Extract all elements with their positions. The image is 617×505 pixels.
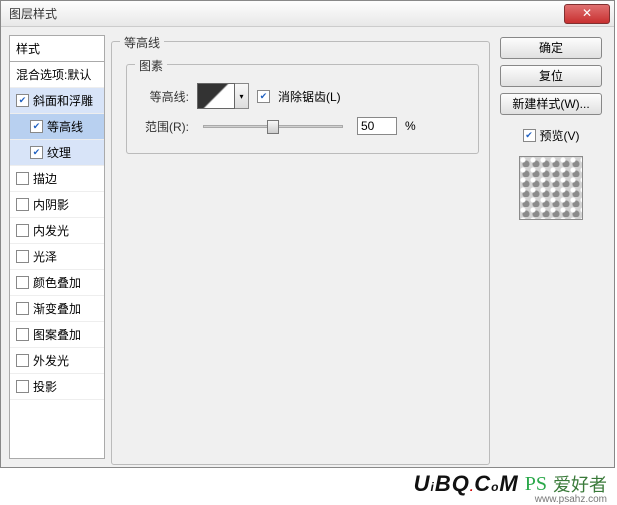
style-item[interactable]: 渐变叠加 [10, 296, 104, 322]
style-label: 光泽 [33, 248, 57, 265]
style-label: 纹理 [47, 144, 71, 161]
contour-picker[interactable] [197, 83, 235, 109]
style-checkbox[interactable] [16, 94, 29, 107]
titlebar: 图层样式 ✕ [1, 1, 614, 27]
contour-group: 等高线 图素 等高线: ▾ 消除锯齿(L) 范围(R): [111, 41, 490, 465]
style-label: 内阴影 [33, 196, 69, 213]
antialias-checkbox[interactable] [257, 90, 270, 103]
elements-group: 图素 等高线: ▾ 消除锯齿(L) 范围(R): [126, 64, 479, 154]
style-checkbox[interactable] [30, 146, 43, 159]
range-slider-thumb[interactable] [267, 120, 279, 134]
watermark-url: www.psahz.com [535, 494, 607, 505]
style-checkbox[interactable] [16, 198, 29, 211]
contour-group-title: 等高线 [120, 34, 164, 51]
style-checkbox[interactable] [16, 250, 29, 263]
blend-options-item[interactable]: 混合选项:默认 [10, 62, 104, 88]
style-label: 内发光 [33, 222, 69, 239]
elements-group-title: 图素 [135, 57, 167, 74]
style-label: 渐变叠加 [33, 300, 81, 317]
antialias-label: 消除锯齿(L) [278, 88, 341, 105]
style-checkbox[interactable] [16, 380, 29, 393]
watermark-ps: PS [525, 473, 547, 496]
style-item[interactable]: 光泽 [10, 244, 104, 270]
dialog-body: 样式 混合选项:默认 斜面和浮雕等高线纹理描边内阴影内发光光泽颜色叠加渐变叠加图… [1, 27, 614, 467]
range-label: 范围(R): [141, 118, 189, 135]
preview-label: 预览(V) [540, 127, 580, 144]
style-item[interactable]: 等高线 [10, 114, 104, 140]
preview-swatch [519, 156, 583, 220]
range-slider[interactable] [203, 125, 343, 128]
style-item[interactable]: 斜面和浮雕 [10, 88, 104, 114]
style-item[interactable]: 内发光 [10, 218, 104, 244]
style-label: 颜色叠加 [33, 274, 81, 291]
contour-dropdown-arrow[interactable]: ▾ [235, 83, 249, 109]
contour-label: 等高线: [141, 88, 189, 105]
dialog-title: 图层样式 [9, 5, 564, 22]
style-checkbox[interactable] [16, 224, 29, 237]
style-checkbox[interactable] [16, 328, 29, 341]
blend-options-label: 混合选项:默认 [16, 66, 91, 83]
style-item[interactable]: 图案叠加 [10, 322, 104, 348]
style-label: 图案叠加 [33, 326, 81, 343]
close-button[interactable]: ✕ [564, 4, 610, 24]
range-row: 范围(R): % [141, 117, 468, 135]
style-item[interactable]: 外发光 [10, 348, 104, 374]
ok-button[interactable]: 确定 [500, 37, 602, 59]
style-item[interactable]: 颜色叠加 [10, 270, 104, 296]
range-input[interactable] [357, 117, 397, 135]
watermark-uibq: UiBQ.CoM [414, 471, 519, 497]
preview-toggle[interactable]: 预览(V) [523, 127, 580, 144]
settings-panel: 等高线 图素 等高线: ▾ 消除锯齿(L) 范围(R): [111, 35, 490, 459]
style-label: 等高线 [47, 118, 83, 135]
style-checkbox[interactable] [16, 354, 29, 367]
preview-checkbox[interactable] [523, 129, 536, 142]
style-item[interactable]: 内阴影 [10, 192, 104, 218]
styles-header[interactable]: 样式 [9, 35, 105, 61]
contour-row: 等高线: ▾ 消除锯齿(L) [141, 83, 468, 109]
new-style-button[interactable]: 新建样式(W)... [500, 93, 602, 115]
layer-style-dialog: 图层样式 ✕ 样式 混合选项:默认 斜面和浮雕等高线纹理描边内阴影内发光光泽颜色… [0, 0, 615, 468]
right-panel: 确定 复位 新建样式(W)... 预览(V) [496, 35, 606, 459]
cancel-button[interactable]: 复位 [500, 65, 602, 87]
styles-list: 混合选项:默认 斜面和浮雕等高线纹理描边内阴影内发光光泽颜色叠加渐变叠加图案叠加… [9, 61, 105, 459]
style-label: 斜面和浮雕 [33, 92, 93, 109]
style-label: 投影 [33, 378, 57, 395]
styles-panel: 样式 混合选项:默认 斜面和浮雕等高线纹理描边内阴影内发光光泽颜色叠加渐变叠加图… [9, 35, 105, 459]
style-item[interactable]: 描边 [10, 166, 104, 192]
style-checkbox[interactable] [16, 172, 29, 185]
style-item[interactable]: 纹理 [10, 140, 104, 166]
range-unit: % [405, 119, 416, 133]
style-checkbox[interactable] [16, 276, 29, 289]
style-item[interactable]: 投影 [10, 374, 104, 400]
style-label: 外发光 [33, 352, 69, 369]
style-label: 描边 [33, 170, 57, 187]
style-checkbox[interactable] [16, 302, 29, 315]
style-checkbox[interactable] [30, 120, 43, 133]
